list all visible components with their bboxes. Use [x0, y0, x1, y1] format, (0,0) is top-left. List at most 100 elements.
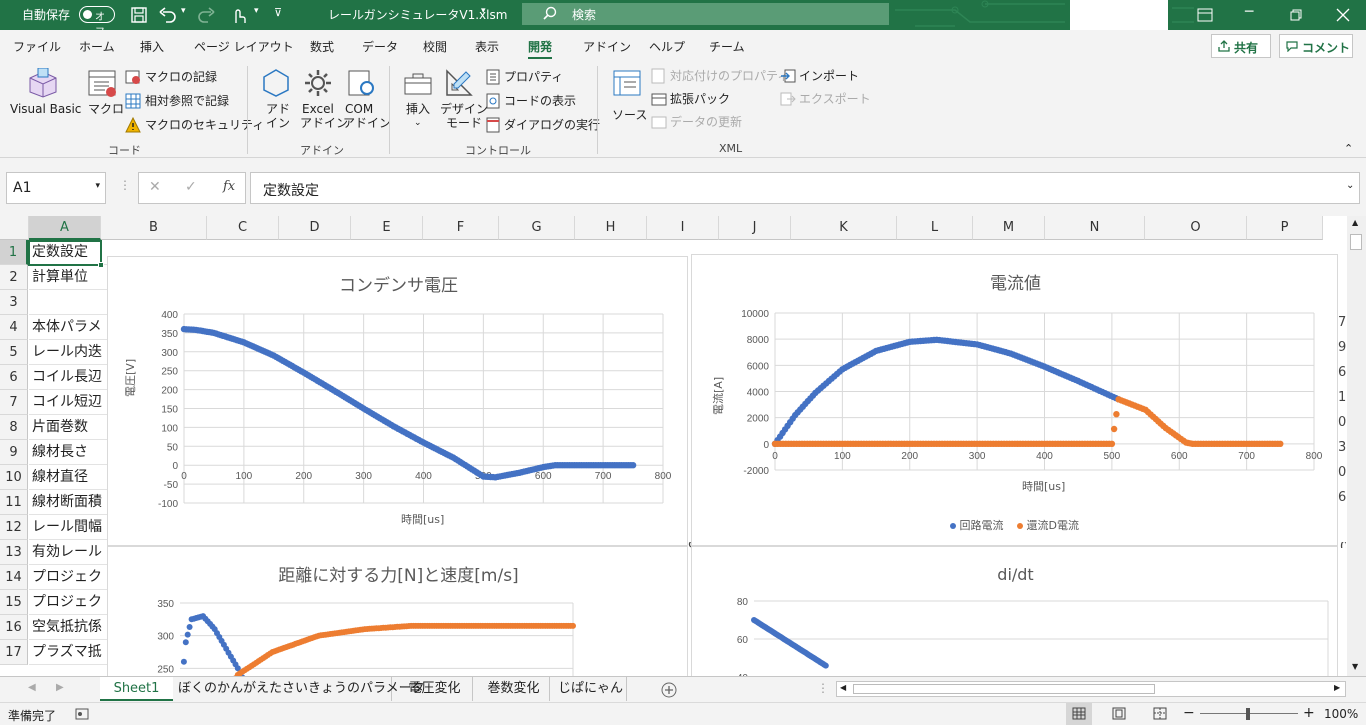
zoom-in-icon[interactable]: +: [1303, 705, 1315, 721]
didt-chart[interactable]: di/dt 806040: [691, 546, 1338, 676]
scroll-right-icon[interactable]: ▶: [1334, 683, 1340, 692]
name-box-dropdown-icon[interactable]: ▾: [95, 181, 100, 191]
menu-review[interactable]: 校閲: [423, 38, 447, 55]
cell-a11[interactable]: 線材断面積: [29, 490, 107, 515]
tab-splitter[interactable]: ⋮: [817, 681, 829, 695]
column-header-h[interactable]: H: [575, 216, 647, 240]
row-header-13[interactable]: 13: [0, 540, 28, 565]
undo-dropdown-icon[interactable]: ▾: [181, 6, 186, 16]
autosave-toggle[interactable]: オフ: [79, 6, 115, 38]
cell-a3[interactable]: [29, 290, 107, 315]
relative-reference-button[interactable]: 相対参照で記録: [125, 93, 240, 111]
force-velocity-chart[interactable]: 距離に対する力[N]と速度[m/s] 350300250200: [107, 546, 688, 676]
close-icon[interactable]: [1336, 8, 1350, 22]
row-header-3[interactable]: 3: [0, 290, 28, 315]
column-header-o[interactable]: O: [1145, 216, 1247, 240]
row-header-14[interactable]: 14: [0, 565, 28, 590]
select-all-corner[interactable]: [0, 216, 29, 240]
scroll-down-icon[interactable]: ▼: [1352, 662, 1358, 671]
com-addins-button[interactable]: COM アドイン: [341, 66, 391, 138]
xml-source-button[interactable]: ソース: [608, 66, 647, 138]
row-header-10[interactable]: 10: [0, 465, 28, 490]
cell-a2[interactable]: 計算単位: [29, 265, 107, 290]
row-header-15[interactable]: 15: [0, 590, 28, 615]
column-header-g[interactable]: G: [499, 216, 575, 240]
cell-a12[interactable]: レール間幅: [29, 515, 107, 540]
column-header-j[interactable]: J: [719, 216, 791, 240]
voltage-chart[interactable]: コンデンサ電圧 400 350 300 250 200 150 100 50 0 -50 -100 0…: [107, 256, 688, 546]
column-header-l[interactable]: L: [897, 216, 973, 240]
comment-button[interactable]: コメント: [1279, 34, 1353, 58]
touch-dropdown-icon[interactable]: ▾: [254, 6, 259, 16]
column-header-c[interactable]: C: [207, 216, 279, 240]
tab-next-icon[interactable]: ▶: [56, 682, 64, 693]
menu-file[interactable]: ファイル: [13, 38, 61, 55]
worksheet-grid[interactable]: ABCDEFGHIJKLMNOP 1 2 3 4 5 6 7 8 9 10 11 12 13 14 15 16…: [0, 216, 1346, 676]
add-sheet-icon[interactable]: [661, 682, 677, 698]
tab-voltage-change[interactable]: 電圧変化: [397, 677, 473, 701]
macro-recording-icon[interactable]: [75, 708, 89, 720]
menu-addins[interactable]: アドイン: [583, 38, 631, 55]
page-break-view-icon[interactable]: [1153, 707, 1167, 720]
current-chart[interactable]: 電流値 10000 8000 6000 4000 2000 0 -2000 0 100 200 30…: [691, 254, 1338, 546]
cell-a13[interactable]: 有効レール: [29, 540, 107, 565]
name-box[interactable]: A1 ▾: [6, 172, 106, 204]
menu-home[interactable]: ホーム: [79, 38, 115, 55]
menu-formulas[interactable]: 数式: [310, 38, 334, 55]
menu-view[interactable]: 表示: [475, 38, 499, 55]
run-dialog-button[interactable]: ダイアログの実行: [486, 117, 600, 135]
cell-a5[interactable]: レール内迭: [29, 340, 107, 365]
column-header-k[interactable]: K: [791, 216, 897, 240]
ribbon-display-icon[interactable]: [1197, 8, 1213, 22]
cell-a9[interactable]: 線材長さ: [29, 440, 107, 465]
account-area[interactable]: [1070, 0, 1168, 30]
undo-icon[interactable]: [158, 6, 178, 24]
row-header-11[interactable]: 11: [0, 490, 28, 515]
save-icon[interactable]: [130, 6, 148, 24]
touch-mode-icon[interactable]: [230, 5, 248, 25]
macro-security-button[interactable]: マクロのセキュリティ: [125, 117, 264, 135]
collapse-ribbon-icon[interactable]: ⌃: [1344, 142, 1353, 155]
menu-insert[interactable]: 挿入: [140, 38, 164, 55]
customize-qat-icon[interactable]: ⊽: [274, 6, 282, 19]
row-header-8[interactable]: 8: [0, 415, 28, 440]
tab-turns-change[interactable]: 巻数変化: [478, 677, 550, 701]
zoom-slider-thumb[interactable]: [1246, 708, 1250, 720]
search-box[interactable]: 検索: [522, 3, 889, 25]
column-header-a[interactable]: A: [29, 216, 101, 240]
tab-parameters[interactable]: ぼくのかんがえたさいきょうのパラメータ: [178, 677, 425, 701]
formula-bar-splitter[interactable]: ⋮: [119, 178, 131, 192]
column-header-e[interactable]: E: [351, 216, 423, 240]
zoom-level[interactable]: 100%: [1324, 707, 1358, 721]
tab-prev-icon[interactable]: ◀: [28, 682, 36, 693]
scroll-left-icon[interactable]: ◀: [840, 683, 846, 692]
horizontal-scroll-thumb[interactable]: [853, 684, 1155, 694]
column-header-b[interactable]: B: [101, 216, 207, 240]
cell-a14[interactable]: プロジェク: [29, 565, 107, 590]
column-header-m[interactable]: M: [973, 216, 1045, 240]
row-header-12[interactable]: 12: [0, 515, 28, 540]
menu-data[interactable]: データ: [362, 38, 398, 55]
cell-a16[interactable]: 空気抵抗係: [29, 615, 107, 640]
menu-team[interactable]: チーム: [709, 38, 745, 55]
row-header-2[interactable]: 2: [0, 265, 28, 290]
row-header-6[interactable]: 6: [0, 365, 28, 390]
column-header-f[interactable]: F: [423, 216, 499, 240]
horizontal-scrollbar[interactable]: ◀ ▶: [836, 681, 1346, 697]
row-header-16[interactable]: 16: [0, 615, 28, 640]
row-header-9[interactable]: 9: [0, 440, 28, 465]
design-mode-button[interactable]: デザイン モード: [438, 66, 488, 138]
share-button[interactable]: 共有: [1211, 34, 1271, 58]
vertical-scroll-thumb[interactable]: [1350, 234, 1362, 250]
file-name-dropdown-icon[interactable]: ▾: [481, 6, 486, 16]
enter-icon[interactable]: ✓: [185, 179, 197, 195]
vertical-scrollbar[interactable]: ▲ ▼: [1347, 216, 1366, 676]
row-header-4[interactable]: 4: [0, 315, 28, 340]
row-header-7[interactable]: 7: [0, 390, 28, 415]
normal-view-button[interactable]: [1066, 703, 1092, 725]
view-code-button[interactable]: コードの表示: [486, 93, 586, 111]
zoom-out-icon[interactable]: −: [1183, 705, 1195, 721]
cell-a8[interactable]: 片面巻数: [29, 415, 107, 440]
properties-button[interactable]: プロパティ: [486, 69, 586, 87]
column-header-i[interactable]: I: [647, 216, 719, 240]
